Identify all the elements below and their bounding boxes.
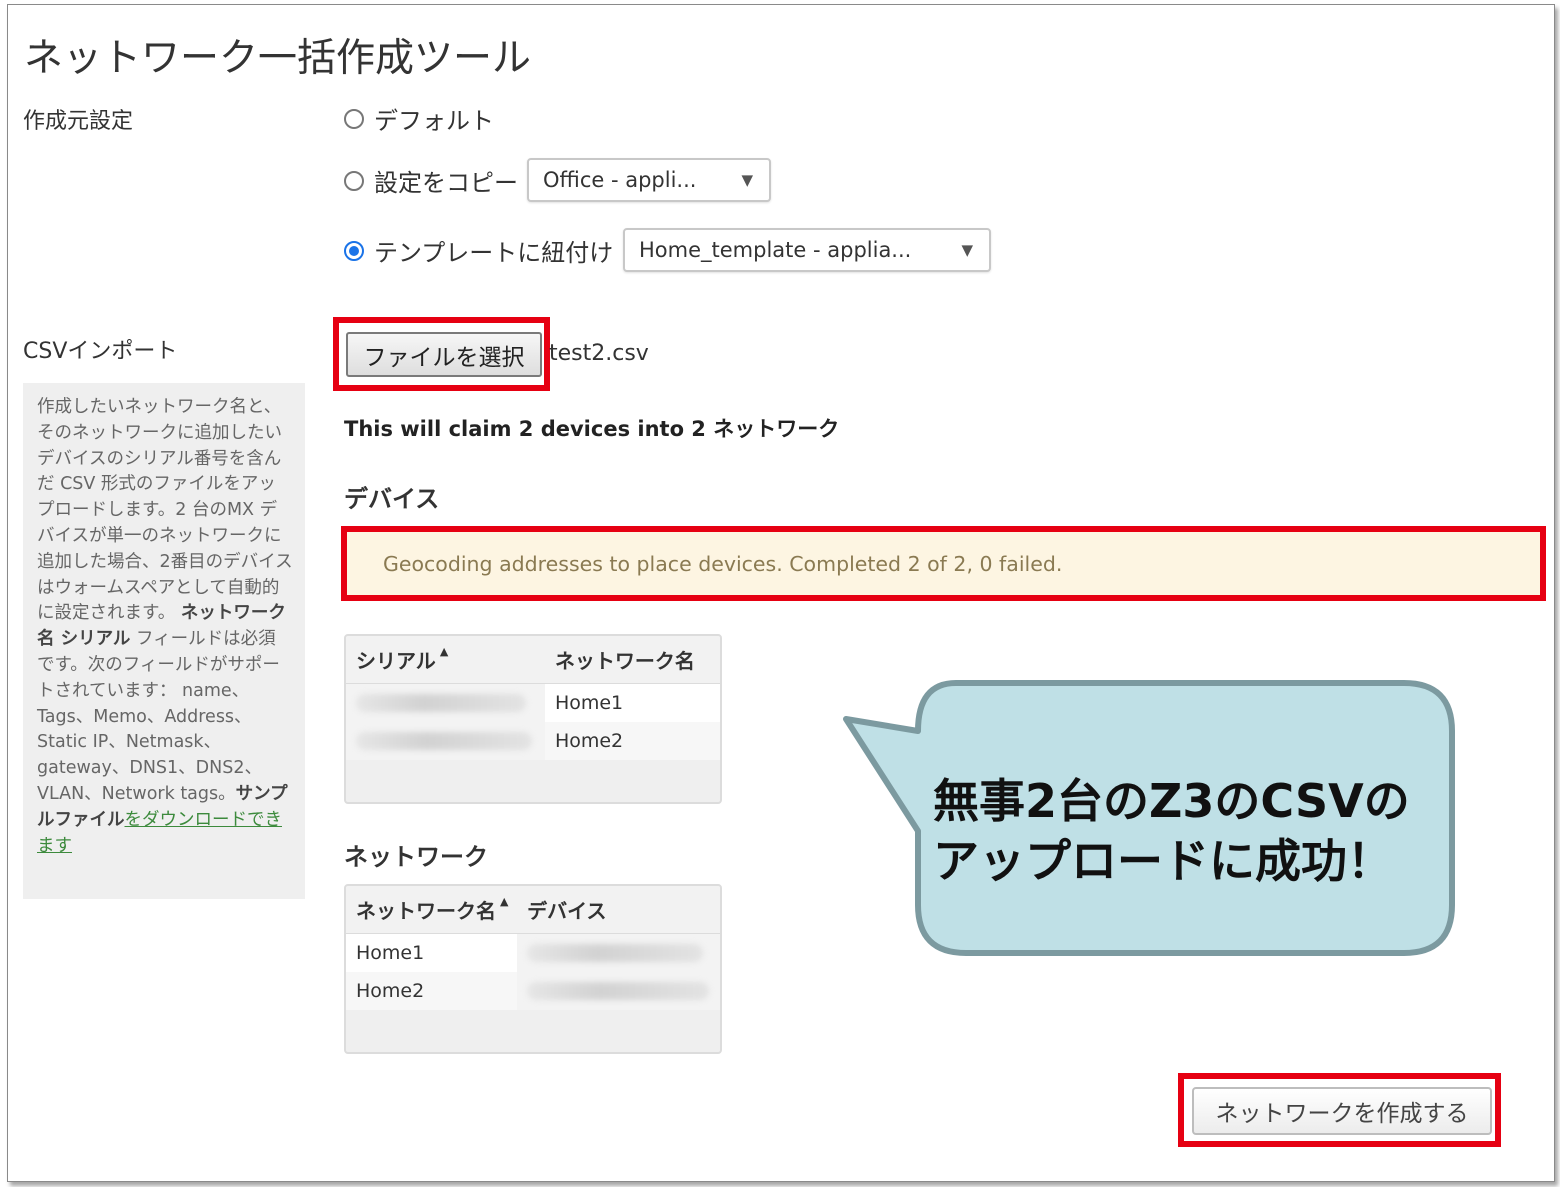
radio-bind-template[interactable] bbox=[344, 240, 364, 261]
callout-message: 無事2台のZ3のCSVの アップロードに成功！ bbox=[933, 771, 1453, 891]
network-cell: Home2 bbox=[356, 980, 425, 1002]
geocoding-status: Geocoding addresses to place devices. Co… bbox=[347, 532, 1540, 595]
radio-default-label: デフォルト bbox=[374, 107, 494, 135]
serial-cell-redacted bbox=[346, 684, 545, 722]
networks-table: ネットワーク名 ▲ デバイス Home1 Home2 bbox=[344, 884, 722, 1054]
help-text-intro: 作成したいネットワーク名と、そのネットワークに追加したいデバイスのシリアル番号を… bbox=[37, 397, 293, 624]
callout-line-2: アップロードに成功！ bbox=[933, 834, 1393, 888]
create-network-button[interactable]: ネットワークを作成する bbox=[1192, 1087, 1492, 1135]
radio-template-row[interactable]: テンプレートに紐付け bbox=[344, 233, 613, 268]
device-cell-redacted bbox=[517, 934, 720, 972]
column-devices[interactable]: デバイス bbox=[517, 895, 720, 924]
radio-template-label: テンプレートに紐付け bbox=[374, 239, 614, 267]
copy-source-select[interactable]: Office - appli... ▼ bbox=[527, 158, 771, 202]
table-row: Home1 bbox=[346, 934, 720, 972]
table-row: Home1 bbox=[346, 684, 720, 722]
table-row: Home2 bbox=[346, 722, 720, 760]
network-cell: Home1 bbox=[356, 942, 425, 964]
template-value: Home_template - applia... bbox=[639, 238, 912, 262]
sort-asc-icon: ▲ bbox=[500, 895, 509, 908]
chevron-down-icon: ▼ bbox=[741, 171, 753, 189]
chevron-down-icon: ▼ bbox=[961, 241, 973, 259]
copy-source-value: Office - appli... bbox=[543, 168, 697, 192]
radio-copy-settings[interactable] bbox=[344, 170, 364, 191]
claim-summary: This will claim 2 devices into 2 ネットワーク bbox=[344, 417, 840, 441]
help-text-fields: フィールドは必須です。次のフィールドがサポートされています： name、Tags… bbox=[37, 629, 280, 804]
csv-import-label: CSVインポート bbox=[23, 339, 178, 364]
csv-help-text: 作成したいネットワーク名と、そのネットワークに追加したいデバイスのシリアル番号を… bbox=[23, 383, 305, 899]
networks-table-header: ネットワーク名 ▲ デバイス bbox=[346, 886, 720, 934]
radio-default-row[interactable]: デフォルト bbox=[344, 101, 494, 136]
column-network-name[interactable]: ネットワーク名 ▲ bbox=[346, 895, 517, 924]
source-settings-label: 作成元設定 bbox=[23, 109, 134, 134]
page-frame: ネットワーク一括作成ツール 作成元設定 デフォルト 設定をコピー Office … bbox=[7, 4, 1555, 1182]
column-serial[interactable]: シリアル ▲ bbox=[346, 645, 545, 674]
device-cell-redacted bbox=[517, 972, 720, 1010]
table-row: Home2 bbox=[346, 972, 720, 1010]
network-cell: Home2 bbox=[554, 730, 624, 752]
devices-heading: デバイス bbox=[344, 485, 440, 513]
callout-line-1: 無事2台のZ3のCSVの bbox=[933, 774, 1410, 828]
radio-copy-label: 設定をコピー bbox=[374, 169, 518, 197]
devices-table: シリアル ▲ ネットワーク名 Home1 Home2 bbox=[344, 634, 722, 804]
choose-file-button[interactable]: ファイルを選択 bbox=[346, 332, 542, 377]
devices-table-header: シリアル ▲ ネットワーク名 bbox=[346, 636, 720, 684]
column-network-name[interactable]: ネットワーク名 bbox=[545, 645, 720, 674]
serial-cell-redacted bbox=[346, 722, 545, 760]
page-title: ネットワーク一括作成ツール bbox=[24, 36, 532, 81]
selected-file-name: test2.csv bbox=[549, 341, 649, 366]
sort-asc-icon: ▲ bbox=[439, 645, 449, 658]
template-select[interactable]: Home_template - applia... ▼ bbox=[623, 228, 991, 272]
networks-heading: ネットワーク bbox=[344, 843, 488, 871]
network-cell: Home1 bbox=[554, 692, 624, 714]
radio-copy-row[interactable]: 設定をコピー bbox=[344, 163, 518, 198]
radio-default[interactable] bbox=[344, 108, 364, 129]
